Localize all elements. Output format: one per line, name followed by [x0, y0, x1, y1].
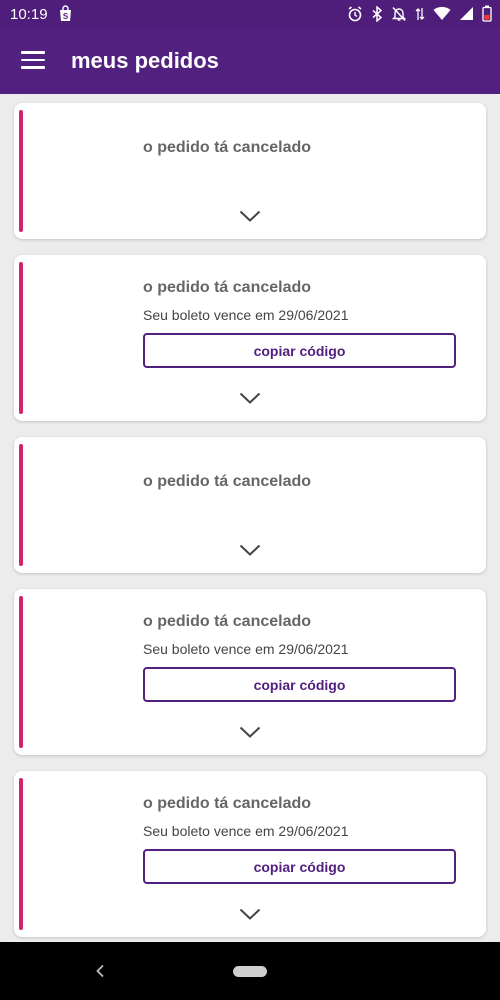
svg-text:S: S	[63, 12, 69, 21]
hamburger-menu-icon[interactable]	[21, 51, 45, 71]
boleto-due-text: Seu boleto vence em 29/06/2021	[143, 641, 349, 657]
chevron-down-icon[interactable]	[239, 908, 261, 921]
status-bar: 10:19 S	[0, 0, 500, 28]
orders-list[interactable]: o pedido tá cancelado o pedido tá cancel…	[0, 94, 500, 942]
page-title: meus pedidos	[71, 48, 219, 73]
status-accent-bar	[19, 596, 23, 748]
bluetooth-icon	[371, 5, 383, 22]
data-arrows-icon	[415, 6, 425, 22]
boleto-due-text: Seu boleto vence em 29/06/2021	[143, 307, 349, 323]
status-accent-bar	[19, 262, 23, 414]
order-status-title: o pedido tá cancelado	[143, 613, 312, 630]
battery-low-icon	[482, 5, 492, 22]
order-card[interactable]: o pedido tá cancelado	[14, 103, 486, 239]
copy-code-button[interactable]: copiar código	[143, 849, 456, 884]
signal-icon	[459, 6, 474, 21]
chevron-down-icon[interactable]	[239, 726, 261, 739]
system-navigation-bar	[0, 942, 500, 1000]
wifi-icon	[433, 6, 451, 21]
order-status-title: o pedido tá cancelado	[143, 139, 312, 156]
copy-code-button[interactable]: copiar código	[143, 667, 456, 702]
order-status-title: o pedido tá cancelado	[143, 279, 312, 296]
chevron-down-icon[interactable]	[239, 210, 261, 223]
status-accent-bar	[19, 110, 23, 232]
boleto-due-text: Seu boleto vence em 29/06/2021	[143, 823, 349, 839]
status-accent-bar	[19, 444, 23, 566]
copy-code-button[interactable]: copiar código	[143, 333, 456, 368]
notifications-off-icon	[391, 6, 407, 22]
status-accent-bar	[19, 778, 23, 930]
alarm-icon	[347, 5, 363, 22]
order-card[interactable]: o pedido tá cancelado Seu boleto vence e…	[14, 255, 486, 421]
order-card[interactable]: o pedido tá cancelado	[14, 437, 486, 573]
shopping-bag-icon: S	[58, 5, 73, 27]
app-bar: meus pedidos	[0, 28, 500, 94]
status-time: 10:19	[10, 6, 48, 23]
chevron-down-icon[interactable]	[239, 544, 261, 557]
back-icon[interactable]	[95, 964, 105, 978]
order-card[interactable]: o pedido tá cancelado Seu boleto vence e…	[14, 589, 486, 755]
order-status-title: o pedido tá cancelado	[143, 795, 312, 812]
order-status-title: o pedido tá cancelado	[143, 473, 312, 490]
chevron-down-icon[interactable]	[239, 392, 261, 405]
home-pill-icon[interactable]	[233, 966, 267, 977]
order-card[interactable]: o pedido tá cancelado Seu boleto vence e…	[14, 771, 486, 937]
